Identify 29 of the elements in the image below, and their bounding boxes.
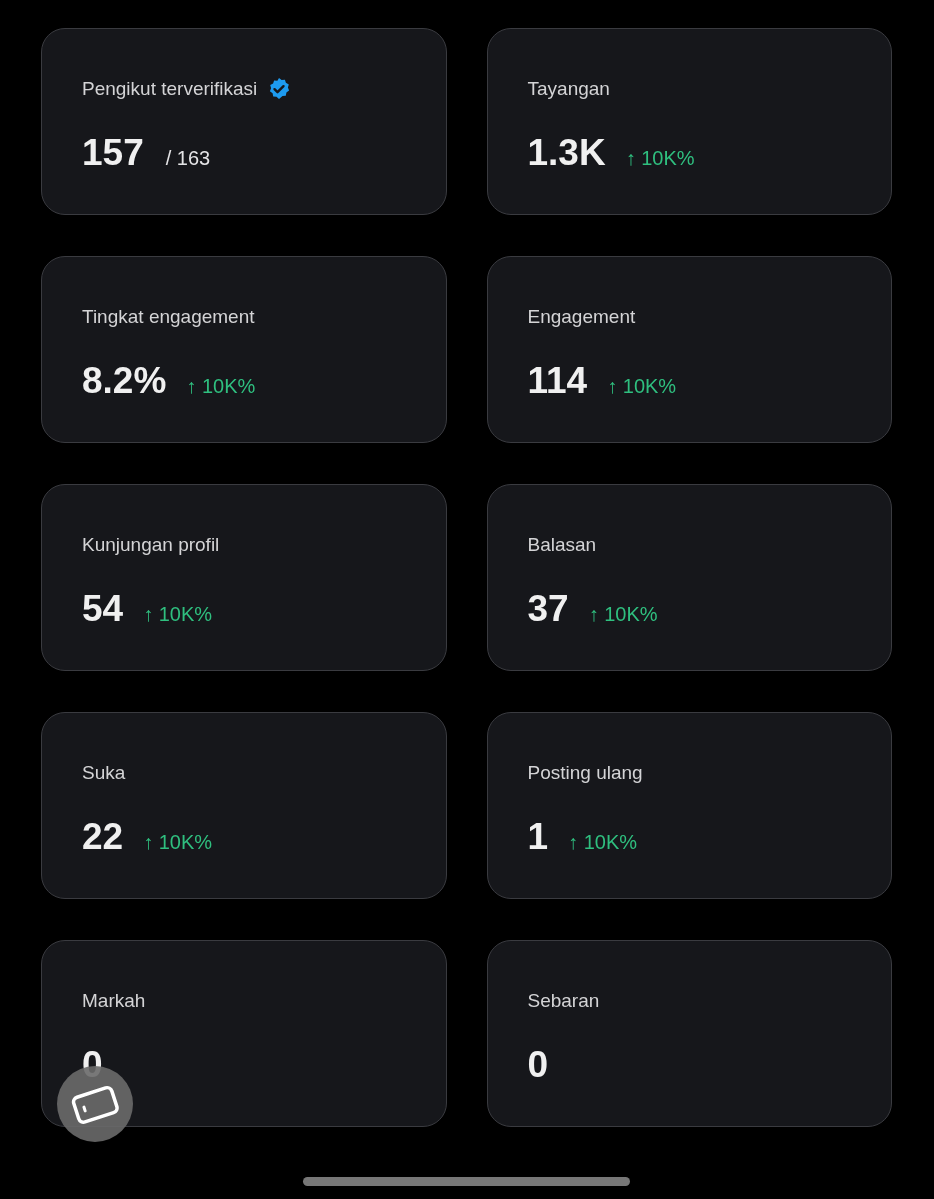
- stat-value: 8.2%: [82, 359, 167, 403]
- stat-value: 1: [527, 815, 549, 859]
- stat-label: Balasan: [527, 532, 597, 557]
- change-indicator: ↑ 10K%: [607, 374, 677, 399]
- change-indicator: ↑ 10K%: [143, 602, 213, 627]
- stat-total: / 163: [165, 146, 211, 171]
- stat-value: 54: [82, 587, 124, 631]
- change-indicator: ↑ 10K%: [588, 602, 658, 627]
- stat-value: 157: [82, 131, 144, 175]
- stat-value: 37: [527, 587, 569, 631]
- stat-value: 1.3K: [527, 131, 606, 175]
- change-indicator: ↑ 10K%: [143, 830, 213, 855]
- stat-label: Pengikut terverifikasi: [82, 76, 258, 101]
- stat-label: Posting ulang: [527, 760, 643, 785]
- stat-label: Tingkat engagement: [82, 304, 255, 329]
- stat-label: Markah: [82, 988, 146, 1013]
- stat-label: Tayangan: [527, 76, 610, 101]
- stat-label: Kunjungan profil: [82, 532, 220, 557]
- stat-label: Suka: [82, 760, 126, 785]
- stat-value: 22: [82, 815, 124, 859]
- change-indicator: ↑ 10K%: [625, 146, 695, 171]
- stat-label: Sebaran: [527, 988, 600, 1013]
- change-indicator: ↑ 10K%: [568, 830, 637, 855]
- stat-label: Engagement: [527, 304, 636, 329]
- stat-value: 0: [82, 1043, 103, 1087]
- rotate-screen-icon: [69, 1084, 121, 1124]
- stat-value: 114: [527, 359, 588, 403]
- change-indicator: ↑ 10K%: [186, 374, 256, 399]
- stat-value: 0: [527, 1043, 549, 1087]
